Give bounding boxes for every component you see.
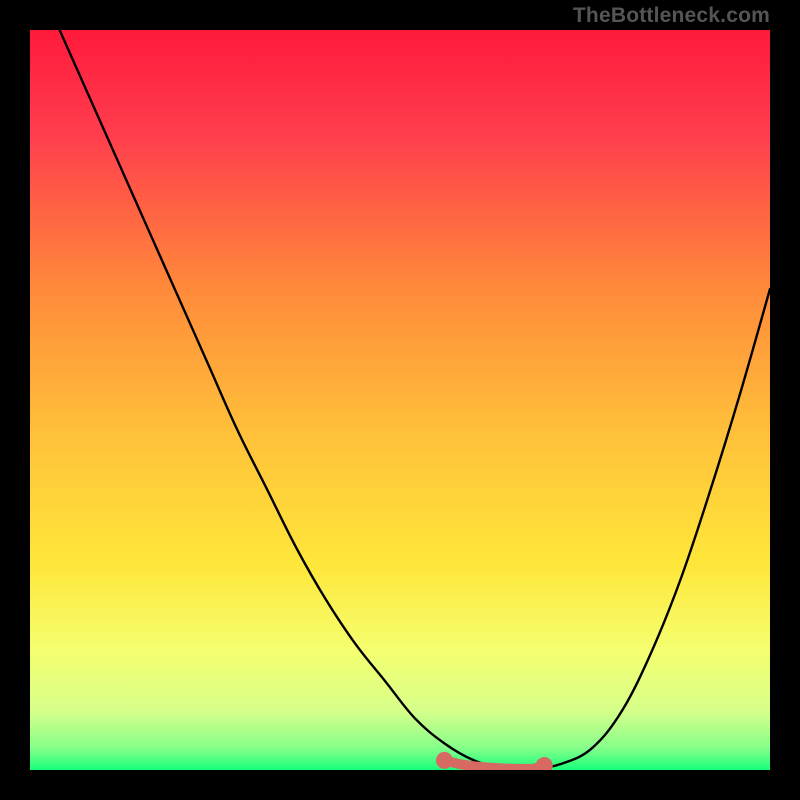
optimal-range-endpoint <box>536 757 553 770</box>
optimal-range-line <box>444 760 544 769</box>
plot-area <box>30 30 770 770</box>
watermark-text: TheBottleneck.com <box>573 4 770 28</box>
optimal-range-endpoint <box>436 752 453 769</box>
chart-frame: TheBottleneck.com <box>0 0 800 800</box>
bottleneck-curve <box>60 30 770 770</box>
series-layer <box>30 30 770 770</box>
